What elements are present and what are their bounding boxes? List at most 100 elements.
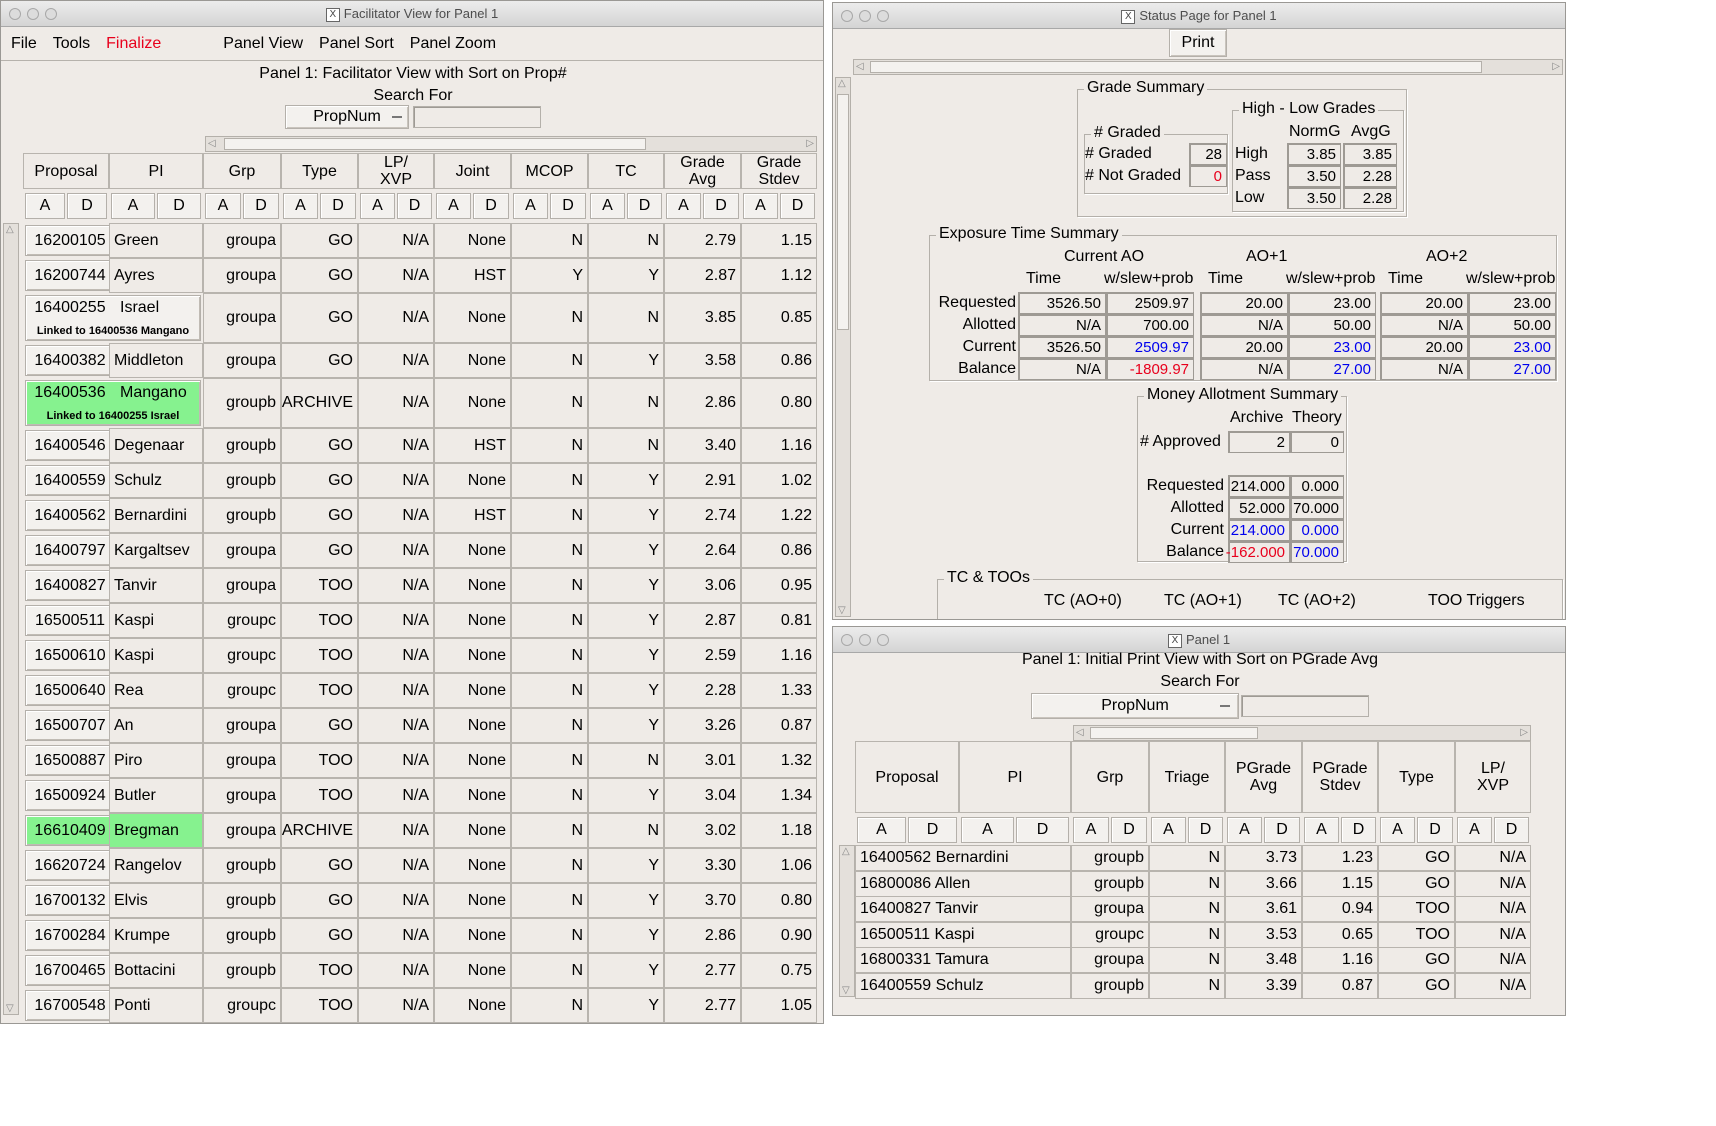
sort-descending-button[interactable]: D: [703, 193, 739, 219]
sort-ascending-button[interactable]: A: [436, 193, 471, 219]
sort-ascending-button[interactable]: A: [111, 193, 155, 219]
sort-descending-button[interactable]: D: [627, 193, 662, 219]
scroll-thumb[interactable]: [1090, 727, 1258, 739]
sort-ascending-button[interactable]: A: [360, 193, 395, 219]
sort-descending-button[interactable]: D: [397, 193, 432, 219]
proposal-pi-cell[interactable]: 16500511 Kaspi: [855, 921, 1071, 948]
sort-ascending-button[interactable]: A: [1073, 817, 1109, 843]
panel1-search-input[interactable]: [1241, 695, 1369, 717]
proposal-button[interactable]: 16200744: [25, 260, 115, 291]
sort-descending-button[interactable]: D: [780, 193, 815, 219]
scroll-right-icon[interactable]: ▷: [1520, 727, 1528, 738]
column-header[interactable]: Proposal: [855, 741, 959, 813]
sort-descending-button[interactable]: D: [243, 193, 279, 219]
proposal-button[interactable]: 16500707: [25, 710, 115, 741]
proposal-button[interactable]: 16620724: [25, 850, 115, 881]
sort-descending-button[interactable]: D: [67, 193, 107, 219]
sort-descending-button[interactable]: D: [550, 193, 586, 219]
scroll-left-icon[interactable]: ◁: [208, 138, 216, 149]
sort-descending-button[interactable]: D: [1188, 817, 1223, 843]
proposal-button[interactable]: 16610409: [25, 815, 115, 846]
sort-ascending-button[interactable]: A: [1457, 817, 1492, 843]
proposal-pi-cell[interactable]: 16400562 Bernardini: [855, 845, 1071, 871]
menu-panel-zoom[interactable]: Panel Zoom: [410, 35, 496, 53]
scroll-down-icon[interactable]: ▽: [6, 1003, 14, 1014]
column-header[interactable]: Triage: [1149, 741, 1225, 813]
sort-descending-button[interactable]: D: [320, 193, 356, 219]
sort-ascending-button[interactable]: A: [25, 193, 65, 219]
column-header[interactable]: Proposal: [23, 153, 109, 189]
proposal-button[interactable]: 16400559: [25, 465, 115, 496]
close-window-icon[interactable]: [841, 634, 853, 646]
sort-ascending-button[interactable]: A: [666, 193, 701, 219]
sort-ascending-button[interactable]: A: [1227, 817, 1262, 843]
scroll-thumb[interactable]: [870, 61, 1482, 73]
proposal-button[interactable]: 16500511: [25, 605, 115, 636]
column-header[interactable]: Type: [1378, 741, 1455, 813]
column-header[interactable]: LP/ XVP: [1455, 741, 1531, 813]
column-header[interactable]: TC: [588, 153, 664, 189]
sort-ascending-button[interactable]: A: [1151, 817, 1186, 843]
zoom-window-icon[interactable]: [877, 634, 889, 646]
minimize-window-icon[interactable]: [27, 8, 39, 20]
column-header[interactable]: Grade Stdev: [741, 153, 817, 189]
scroll-left-icon[interactable]: ◁: [1076, 727, 1084, 738]
sort-descending-button[interactable]: D: [473, 193, 509, 219]
proposal-button[interactable]: 16200105: [25, 225, 115, 256]
column-header[interactable]: Grp: [1071, 741, 1149, 813]
proposal-button[interactable]: 16500887: [25, 745, 115, 776]
close-window-icon[interactable]: [841, 10, 853, 22]
proposal-button[interactable]: 16400255 Israel Linked to 16400536 Mangano: [25, 295, 201, 341]
sort-descending-button[interactable]: D: [1341, 817, 1376, 843]
sort-descending-button[interactable]: D: [1417, 817, 1453, 843]
proposal-button[interactable]: 16400797: [25, 535, 115, 566]
panel1-hscrollbar[interactable]: ◁ ▷: [1073, 725, 1531, 741]
panel1-search-field-dropdown[interactable]: PropNum: [1031, 693, 1239, 719]
column-header[interactable]: PGrade Avg: [1225, 741, 1302, 813]
sort-descending-button[interactable]: D: [1016, 817, 1069, 843]
facilitator-hscrollbar[interactable]: ◁ ▷: [205, 136, 817, 152]
scroll-up-icon[interactable]: △: [6, 224, 14, 235]
scroll-up-icon[interactable]: △: [842, 846, 850, 857]
column-header[interactable]: LP/ XVP: [358, 153, 434, 189]
menu-panel-view[interactable]: Panel View: [223, 35, 303, 53]
sort-ascending-button[interactable]: A: [513, 193, 548, 219]
proposal-button[interactable]: 16500640: [25, 675, 115, 706]
column-header[interactable]: Type: [281, 153, 358, 189]
panel1-vscrollbar[interactable]: △ ▽: [839, 845, 855, 997]
sort-descending-button[interactable]: D: [157, 193, 201, 219]
sort-ascending-button[interactable]: A: [743, 193, 778, 219]
minimize-window-icon[interactable]: [859, 10, 871, 22]
sort-descending-button[interactable]: D: [908, 817, 957, 843]
proposal-button[interactable]: 16500924: [25, 780, 115, 811]
proposal-button[interactable]: 16400546: [25, 430, 115, 461]
print-button[interactable]: Print: [1169, 29, 1227, 57]
menu-tools[interactable]: Tools: [53, 35, 90, 53]
proposal-button[interactable]: 16400382: [25, 345, 115, 376]
facilitator-vscrollbar[interactable]: △ ▽: [3, 223, 19, 1015]
column-header[interactable]: PI: [959, 741, 1071, 813]
sort-ascending-button[interactable]: A: [961, 817, 1014, 843]
sort-ascending-button[interactable]: A: [1304, 817, 1339, 843]
column-header[interactable]: Joint: [434, 153, 511, 189]
zoom-window-icon[interactable]: [45, 8, 57, 20]
scroll-right-icon[interactable]: ▷: [1552, 61, 1560, 72]
proposal-button[interactable]: 16400827: [25, 570, 115, 601]
scroll-down-icon[interactable]: ▽: [838, 605, 846, 616]
column-header[interactable]: PGrade Stdev: [1302, 741, 1378, 813]
proposal-pi-cell[interactable]: 16400827 Tanvir: [855, 896, 1071, 923]
close-window-icon[interactable]: [9, 8, 21, 20]
menu-finalize[interactable]: Finalize: [106, 35, 161, 53]
scroll-left-icon[interactable]: ◁: [856, 61, 864, 72]
sort-ascending-button[interactable]: A: [857, 817, 906, 843]
menu-panel-sort[interactable]: Panel Sort: [319, 35, 394, 53]
proposal-pi-cell[interactable]: 16800331 Tamura: [855, 947, 1071, 974]
minimize-window-icon[interactable]: [859, 634, 871, 646]
column-header[interactable]: MCOP: [511, 153, 588, 189]
sort-ascending-button[interactable]: A: [1380, 817, 1415, 843]
status-hscrollbar[interactable]: ◁ ▷: [853, 59, 1563, 75]
search-input[interactable]: [413, 106, 541, 128]
proposal-button[interactable]: 16700548: [25, 990, 115, 1021]
zoom-window-icon[interactable]: [877, 10, 889, 22]
proposal-button[interactable]: 16700284: [25, 920, 115, 951]
